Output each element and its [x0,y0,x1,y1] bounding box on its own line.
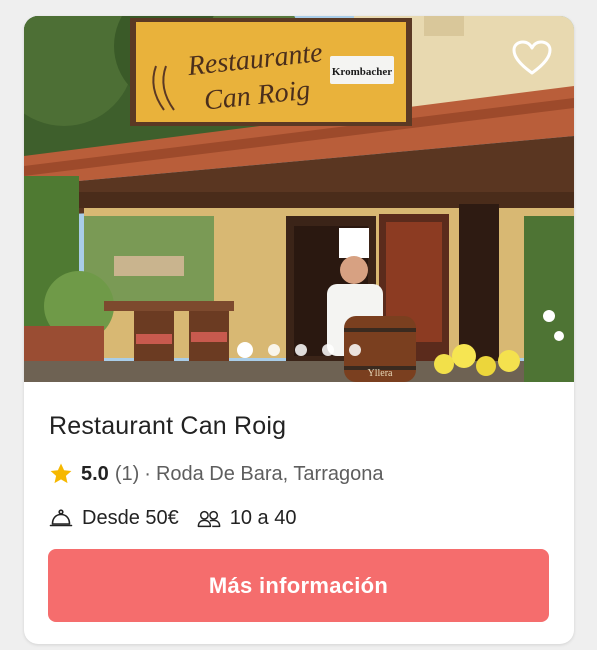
location-text: Roda De Bara, Tarragona [155,462,384,485]
carousel-dot[interactable] [237,342,253,358]
guests-text: 10 a 40 [229,507,297,529]
barrel-label: Yllera [368,368,394,379]
favorite-button[interactable] [512,40,552,76]
cloche-icon [49,508,73,526]
restaurant-name[interactable]: Restaurant Can Roig [49,412,286,441]
rating-score: 5.0 [81,462,109,485]
separator: · [144,462,151,485]
carousel-dot[interactable] [349,344,361,356]
more-info-button[interactable]: Más información [48,549,549,622]
heart-icon [512,40,552,75]
restaurant-photo[interactable]: Yllera Restaurante Can Roig Krombacher [24,16,574,382]
price-capacity-row: Desde 50€ 10 a 40 [49,507,296,530]
carousel-dot[interactable] [268,344,280,356]
rating-location-row: 5.0 (1) · Roda De Bara, Tarragona [49,462,384,486]
star-icon [50,463,72,484]
restaurant-card[interactable]: Yllera Restaurante Can Roig Krombacher R… [24,16,574,644]
sign-brand: Krombacher [332,66,392,78]
price-text: Desde 50€ [82,507,179,529]
review-count: (1) [114,462,140,485]
restaurant-photo-illustration: Yllera Restaurante Can Roig Krombacher [24,16,574,382]
carousel-dot[interactable] [295,344,307,356]
carousel-dot[interactable] [322,344,334,356]
people-icon [197,510,221,527]
carousel-indicator [24,342,574,358]
